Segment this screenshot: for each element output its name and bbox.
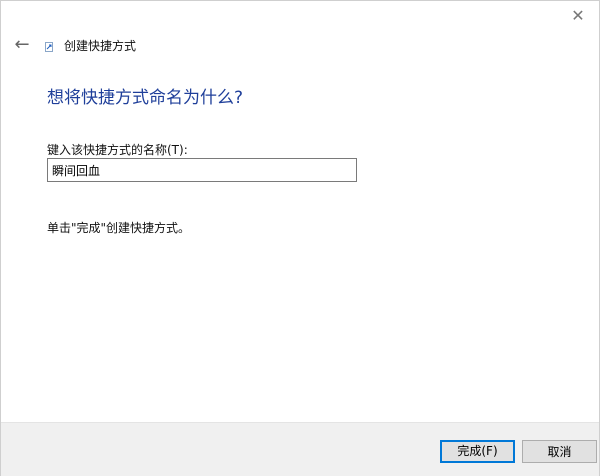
page-heading: 想将快捷方式命名为什么?: [47, 88, 244, 108]
back-button[interactable]: ←: [11, 35, 33, 55]
footer-bar: 完成(F) 取消: [1, 422, 599, 476]
shortcut-icon: [45, 42, 53, 52]
create-shortcut-window: ✕ ← 创建快捷方式 想将快捷方式命名为什么? 键入该快捷方式的名称(T): 单…: [0, 0, 600, 476]
close-button[interactable]: ✕: [567, 5, 589, 27]
name-field-label: 键入该快捷方式的名称(T):: [47, 143, 188, 157]
finish-hint-text: 单击"完成"创建快捷方式。: [47, 221, 191, 235]
back-arrow-icon: ←: [14, 34, 30, 55]
wizard-title: 创建快捷方式: [64, 39, 137, 53]
close-icon: ✕: [571, 6, 585, 25]
cancel-button[interactable]: 取消: [522, 440, 597, 463]
shortcut-name-input[interactable]: [47, 158, 357, 182]
finish-button[interactable]: 完成(F): [440, 440, 515, 463]
